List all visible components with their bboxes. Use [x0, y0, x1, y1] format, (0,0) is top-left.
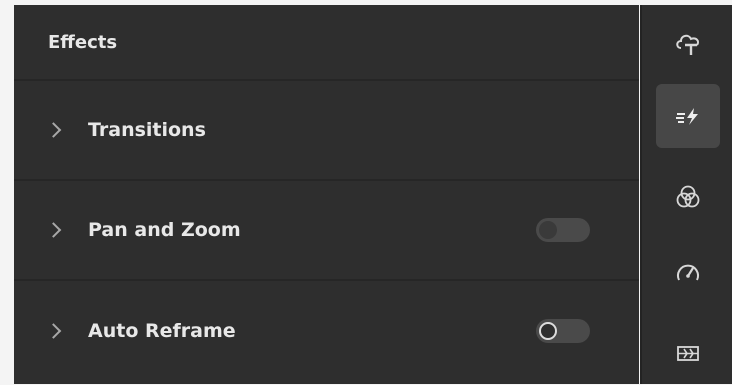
chevron-right-icon[interactable] [45, 222, 62, 238]
effects-icon [676, 108, 698, 125]
audio-tool-button[interactable] [656, 321, 720, 385]
toggle-knob [539, 321, 557, 340]
section-row-pan-and-zoom[interactable]: Pan and Zoom [14, 181, 639, 281]
pan-and-zoom-toggle[interactable] [536, 218, 590, 242]
section-label-auto-reframe: Auto Reframe [88, 320, 236, 342]
section-label-transitions: Transitions [88, 119, 206, 141]
effects-panel: Effects Transitions Pan and Zoom Auto Re… [14, 5, 639, 384]
toggle-knob [539, 221, 557, 239]
tool-rail [640, 5, 732, 384]
section-label-pan-and-zoom: Pan and Zoom [88, 219, 241, 241]
auto-reframe-toggle[interactable] [536, 319, 590, 343]
effects-tool-button[interactable] [656, 84, 720, 148]
chevron-right-icon[interactable] [45, 323, 62, 339]
chevron-right-icon[interactable] [45, 122, 62, 138]
panel-header: Effects [14, 5, 639, 81]
color-icon [676, 185, 700, 208]
color-tool-button[interactable] [656, 165, 720, 229]
titles-icon [676, 34, 700, 55]
speed-tool-button[interactable] [656, 241, 720, 305]
audio-icon [677, 346, 699, 361]
section-row-auto-reframe[interactable]: Auto Reframe [14, 281, 639, 381]
titles-tool-button[interactable] [656, 11, 720, 75]
panel-title: Effects [48, 31, 118, 53]
speed-icon [677, 264, 699, 281]
section-row-transitions[interactable]: Transitions [14, 81, 639, 181]
